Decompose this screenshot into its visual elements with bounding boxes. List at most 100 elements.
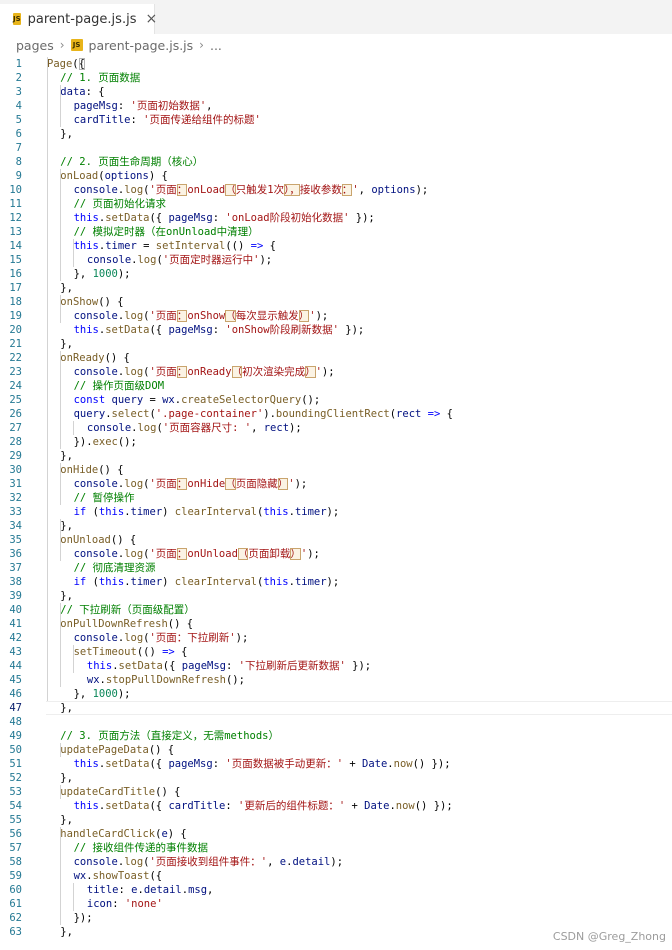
code-line[interactable]: 19 console.log('页面：onShow（每次显示触发）'); — [0, 309, 672, 323]
code-line[interactable]: 40 // 下拉刷新（页面级配置） — [0, 603, 672, 617]
breadcrumb-file[interactable]: parent-page.js.js — [89, 38, 194, 53]
code-line[interactable]: 45 wx.stopPullDownRefresh(); — [0, 673, 672, 687]
code-line[interactable]: 16}, 1000); — [0, 267, 672, 281]
code-line[interactable]: 23 console.log('页面：onReady（初次渲染完成）'); — [0, 365, 672, 379]
code-identifier: timer — [105, 240, 137, 252]
line-number: 37 — [9, 562, 22, 574]
code-keyword: this — [73, 324, 99, 336]
code-line[interactable]: 33 if (this.timer) clearInterval(this.tim… — [0, 505, 672, 519]
code-line[interactable]: 24 // 操作页面级DOM — [0, 379, 672, 393]
code-line[interactable]: 42 console.log('页面：下拉刷新'); — [0, 631, 672, 645]
code-line[interactable]: 50 updatePageData() { — [0, 743, 672, 757]
code-line[interactable]: 44 this.setData({ pageMsg: '下拉刷新后更新数据' })… — [0, 659, 672, 673]
code-identifier: Date — [362, 758, 388, 770]
code-line[interactable]: 21}, — [0, 337, 672, 351]
line-number: 62 — [9, 912, 22, 924]
code-line[interactable]: 8 // 2. 页面生命周期（核心） — [0, 155, 672, 169]
code-line[interactable]: 55}, — [0, 813, 672, 827]
breadcrumb-folder-pages[interactable]: pages — [16, 38, 54, 53]
code-line[interactable]: 58 console.log('页面接收到组件事件：', e.detail); — [0, 855, 672, 869]
code-editor[interactable]: 1 Page({2// 1. 页面数据 3 data: {4 pageMsg: '页面初… — [0, 56, 672, 950]
breadcrumb-symbols-ellipsis[interactable]: ... — [210, 38, 222, 53]
code-line[interactable]: 43 setTimeout(() => { — [0, 645, 672, 659]
code-line[interactable]: 11 // 页面初始化请求 — [0, 197, 672, 211]
code-line[interactable]: 31 console.log('页面：onHide（页面隐藏）'); — [0, 477, 672, 491]
code-punctuation: (); — [225, 674, 245, 686]
code-punctuation: , — [207, 884, 214, 896]
code-line[interactable]: 47}, — [0, 701, 672, 715]
code-line[interactable]: 38 if (this.timer) clearInterval(this.tim… — [0, 575, 672, 589]
code-text: cardTitle: '页面传递给组件的标题' — [74, 113, 261, 127]
code-line[interactable]: 46}, 1000); — [0, 687, 672, 701]
code-string: '页面：下拉刷新' — [149, 632, 236, 644]
indent-guide — [60, 785, 61, 799]
code-line[interactable]: 59 wx.showToast({ — [0, 869, 672, 883]
code-line[interactable]: 56 handleCardClick(e) { — [0, 827, 672, 841]
code-line[interactable]: 27 console.log('页面容器尺寸: ', rect); — [0, 421, 672, 435]
code-line[interactable]: 7 — [0, 141, 672, 155]
code-string: '页面 — [149, 366, 177, 378]
code-line[interactable]: 30 onHide() { — [0, 463, 672, 477]
code-line[interactable]: 17}, — [0, 281, 672, 295]
code-line[interactable]: 29}, — [0, 449, 672, 463]
line-number: 63 — [9, 926, 22, 938]
code-line[interactable]: 6}, — [0, 127, 672, 141]
code-line[interactable]: 49 // 3. 页面方法（直接定义，无需methods） — [0, 729, 672, 743]
code-line[interactable]: 57 // 接收组件传递的事件数据 — [0, 841, 672, 855]
code-line[interactable]: 9 onLoad(options) { — [0, 169, 672, 183]
code-line[interactable]: 2 // 1. 页面数据 — [0, 71, 672, 85]
code-line[interactable]: 53 updateCardTitle() { — [0, 785, 672, 799]
code-line[interactable]: 26 query.select('.page-container').boundi… — [0, 407, 672, 421]
code-text: // 接收组件传递的事件数据 — [74, 841, 208, 855]
code-line[interactable]: 41 onPullDownRefresh() { — [0, 617, 672, 631]
tab-parent-page-js[interactable]: JS parent-page.js.js × — [0, 4, 157, 34]
code-text: console.log('页面接收到组件事件：', e.detail); — [74, 855, 343, 869]
code-line[interactable]: 54 this.setData({ cardTitle: '更新后的组件标题：' … — [0, 799, 672, 813]
code-text: // 下拉刷新（页面级配置） — [60, 603, 194, 617]
code-line[interactable]: 14 this.timer = setInterval(() => { — [0, 239, 672, 253]
code-line[interactable]: 28}).exec(); — [0, 435, 672, 449]
code-line[interactable]: 32 // 暂停操作 — [0, 491, 672, 505]
code-line[interactable]: 22 onReady() { — [0, 351, 672, 365]
code-line[interactable]: 35 onUnload() { — [0, 533, 672, 547]
code-line[interactable]: 13 // 模拟定时器（在onUnload中清理） — [0, 225, 672, 239]
code-identifier: query — [111, 394, 144, 406]
code-line[interactable]: 36 console.log('页面：onUnload（页面卸载）'); — [0, 547, 672, 561]
close-tab-icon[interactable]: × — [145, 11, 157, 27]
code-line[interactable]: 48 — [0, 715, 672, 729]
code-line[interactable]: 61 icon: 'none' — [0, 897, 672, 911]
code-line[interactable]: 37 // 彻底清理资源 — [0, 561, 672, 575]
code-string-highlight: ） — [305, 366, 316, 378]
code-string: '页面接收到组件事件：' — [149, 856, 268, 868]
code-line[interactable]: 20 this.setData({ pageMsg: 'onShow阶段刷新数据'… — [0, 323, 672, 337]
code-line[interactable]: 60 title: e.detail.msg, — [0, 883, 672, 897]
code-line[interactable]: 5 cardTitle: '页面传递给组件的标题' — [0, 113, 672, 127]
code-identifier: cardTitle — [73, 114, 131, 126]
code-punctuation: : — [112, 898, 125, 910]
code-punctuation: }); — [349, 212, 375, 224]
code-keyword: this — [86, 660, 113, 672]
code-line[interactable]: 10 console.log('页面：onLoad（只触发1次），接收参数：', … — [0, 183, 672, 197]
code-line[interactable]: 25 const query = wx.createSelectorQuery()… — [0, 393, 672, 407]
code-line[interactable]: 18 onShow() { — [0, 295, 672, 309]
code-line[interactable]: 52}, — [0, 771, 672, 785]
code-punctuation: { — [440, 408, 453, 420]
code-line[interactable]: 12 this.setData({ pageMsg: 'onLoad阶段初始化数据… — [0, 211, 672, 225]
code-keyword: this — [73, 800, 99, 812]
line-number: 7 — [15, 142, 22, 154]
code-line[interactable]: 51 this.setData({ pageMsg: '页面数据被手动更新：' +… — [0, 757, 672, 771]
code-line[interactable]: 4 pageMsg: '页面初始数据', — [0, 99, 672, 113]
code-line[interactable]: 3 data: { — [0, 85, 672, 99]
code-line[interactable]: 39}, — [0, 589, 672, 603]
line-number: 51 — [9, 758, 22, 770]
code-line[interactable]: 15 console.log('页面定时器运行中'); — [0, 253, 672, 267]
line-number: 42 — [9, 632, 22, 644]
code-text: setTimeout(() => { — [74, 645, 188, 659]
code-line[interactable]: 34}, — [0, 519, 672, 533]
indent-guide — [60, 519, 61, 561]
code-comment: // 3. 页面方法（直接定义，无需methods） — [60, 730, 279, 742]
code-line[interactable]: 1 Page({ — [0, 57, 672, 71]
code-text: onUnload() { — [60, 533, 136, 547]
code-line[interactable]: 62}); — [0, 911, 672, 925]
code-punctuation: ); — [117, 688, 131, 700]
